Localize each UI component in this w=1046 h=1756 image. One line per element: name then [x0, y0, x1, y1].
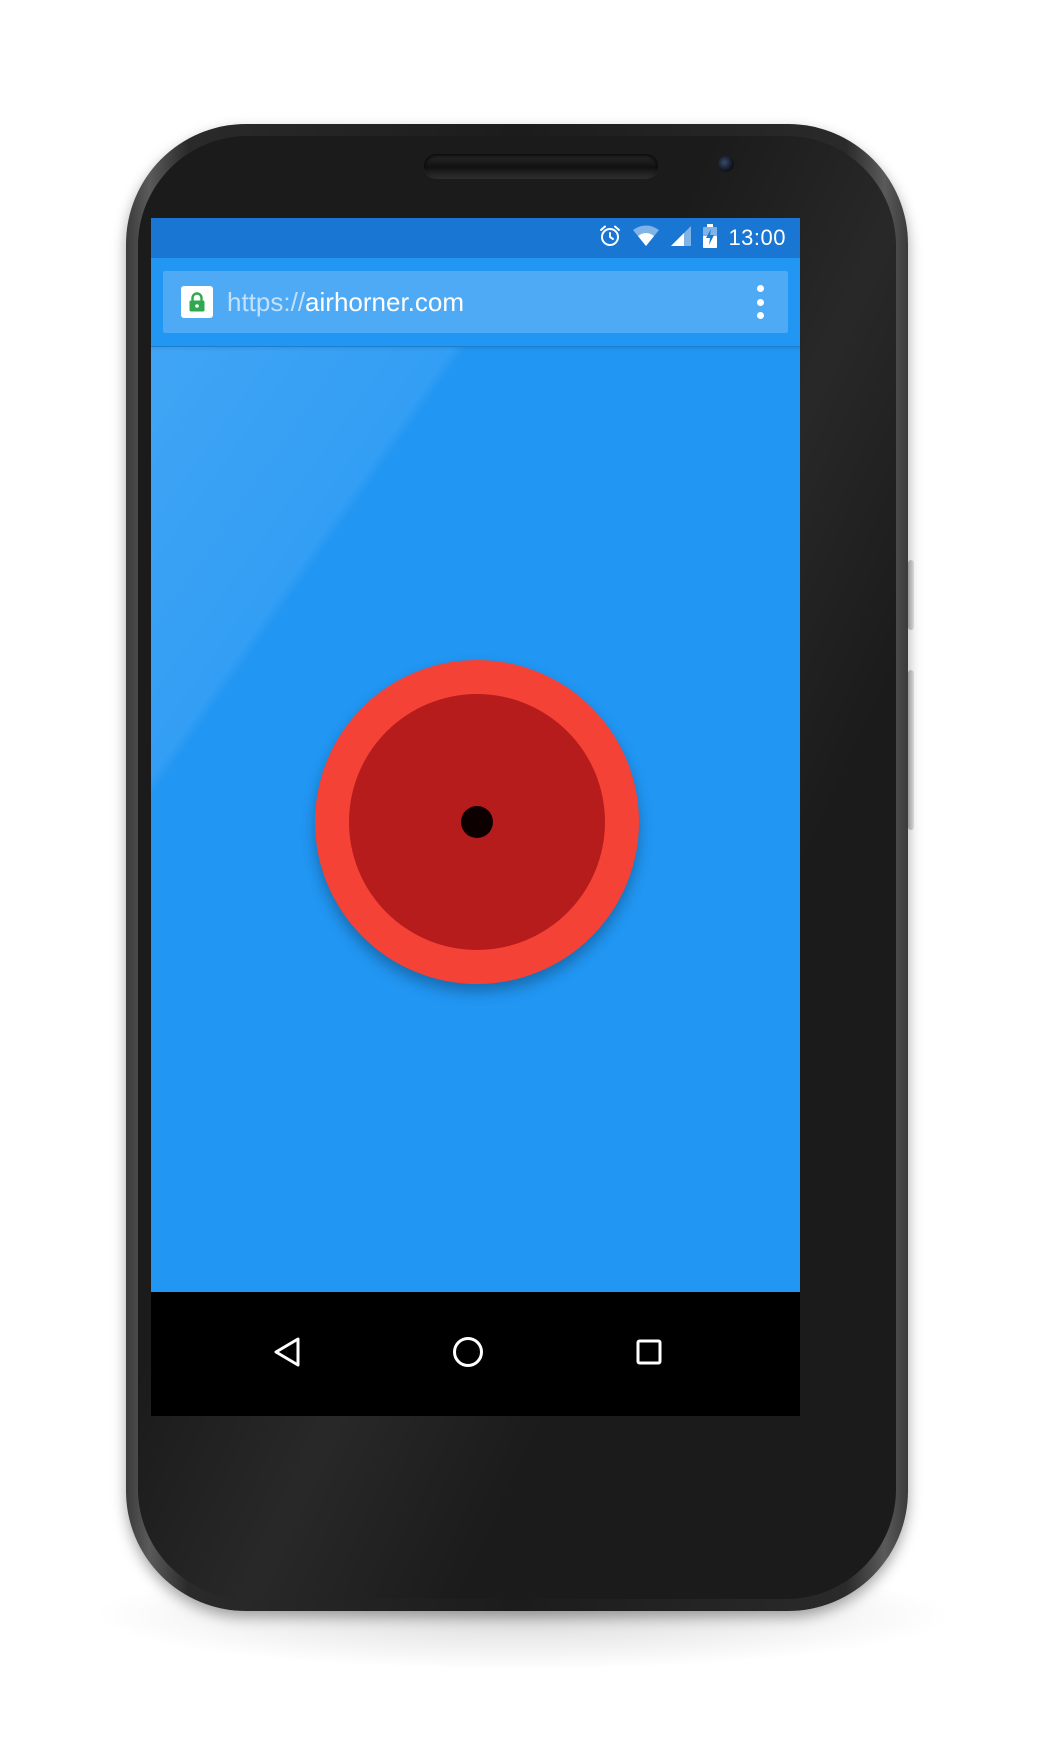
- url-host: airhorner.com: [305, 286, 465, 317]
- front-camera: [718, 156, 734, 172]
- back-icon[interactable]: [263, 1328, 311, 1376]
- lock-icon[interactable]: [181, 286, 213, 318]
- power-button: [908, 670, 914, 830]
- cell-signal-icon: [670, 225, 692, 252]
- status-icons: 13:00: [598, 218, 786, 258]
- horn-center-dot: [461, 806, 493, 838]
- volume-button: [908, 560, 914, 630]
- recents-icon[interactable]: [625, 1328, 673, 1376]
- battery-charging-icon: [702, 223, 718, 253]
- url-bar[interactable]: https://airhorner.com: [163, 271, 788, 333]
- screen: 13:00 https://airhorner.com: [151, 218, 800, 1292]
- browser-toolbar: https://airhorner.com: [151, 258, 800, 347]
- air-horn-button[interactable]: [315, 660, 639, 984]
- status-time: 13:00: [728, 225, 786, 250]
- url-scheme: https://: [227, 286, 306, 317]
- wifi-icon: [632, 224, 660, 253]
- status-bar: 13:00: [151, 218, 800, 258]
- top-speaker: [424, 154, 658, 178]
- navigation-bar: [151, 1292, 800, 1416]
- horn-inner-ring: [349, 694, 605, 950]
- alarm-icon: [598, 224, 622, 253]
- more-vert-icon[interactable]: [754, 285, 766, 319]
- url-text[interactable]: https://airhorner.com: [227, 287, 464, 318]
- home-icon[interactable]: [444, 1328, 492, 1376]
